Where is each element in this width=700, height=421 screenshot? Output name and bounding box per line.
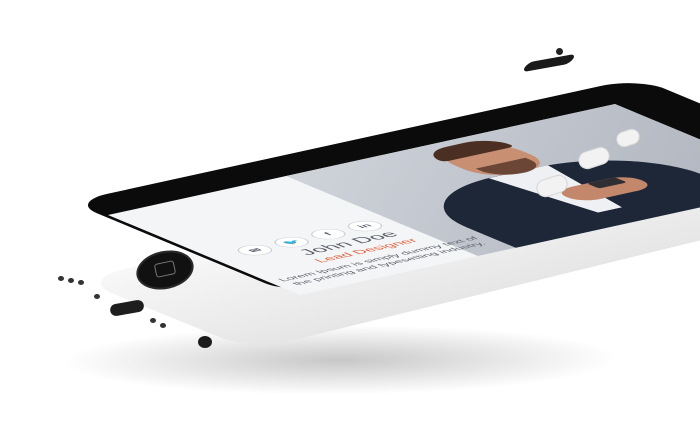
- stage: ✉ 🐦 f in John Doe Lead Designer Lorem Ip…: [0, 0, 700, 421]
- speaker-hole: [78, 280, 84, 285]
- speaker-hole: [94, 294, 100, 299]
- headphone-jack: [198, 336, 212, 348]
- speaker-grille: [521, 53, 577, 73]
- speaker-hole: [58, 276, 64, 281]
- lightning-port: [109, 299, 145, 317]
- mic-hole: [160, 323, 166, 328]
- screw-hole: [150, 318, 156, 323]
- front-camera: [556, 48, 563, 55]
- speaker-hole: [68, 278, 74, 283]
- phone-shadow: [43, 325, 637, 395]
